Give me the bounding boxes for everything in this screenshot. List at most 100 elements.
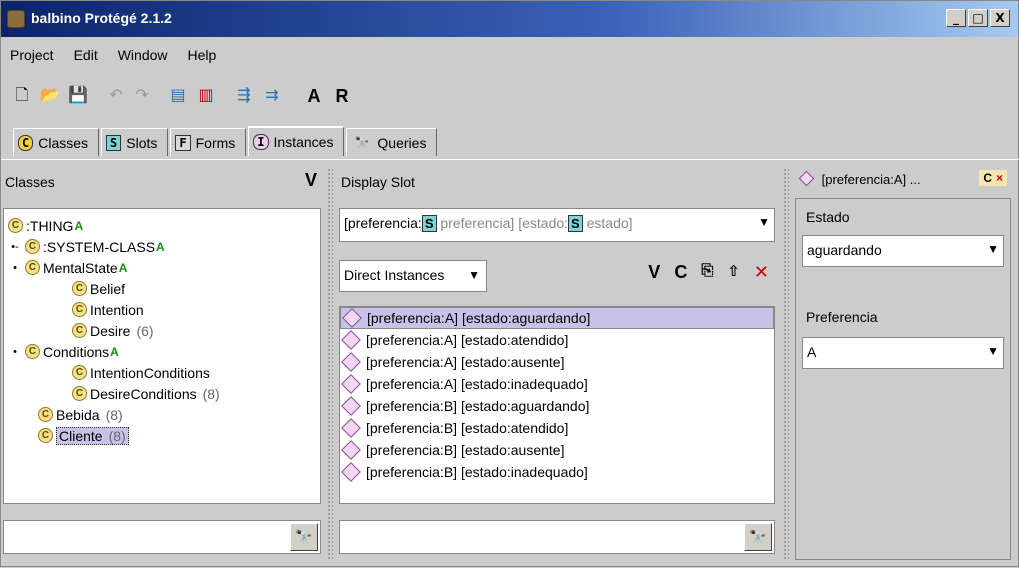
title-bar: balbino Protégé 2.1.2 _ □ X <box>1 1 1018 37</box>
tree-row-intentionconditions[interactable]: C IntentionConditions <box>8 362 316 383</box>
tree-row-desireconditions[interactable]: C DesireConditions (8) <box>8 383 316 404</box>
toolbar-r-button[interactable]: R <box>331 85 353 107</box>
instance-row[interactable]: [preferencia:A] [estado:atendido] <box>340 329 774 351</box>
instance-label: [preferencia:B] [estado:atendido] <box>366 420 569 436</box>
tree-row-cliente[interactable]: C Cliente (8) <box>8 425 316 446</box>
preferencia-select[interactable]: A ▼ <box>802 337 1004 369</box>
dropdown-arrow-icon[interactable]: ▼ <box>987 344 999 358</box>
toolbar-a-button[interactable]: A <box>303 85 325 107</box>
instance-list[interactable]: [preferencia:A] [estado:aguardando] [pre… <box>339 306 775 504</box>
instance-row[interactable]: [preferencia:B] [estado:aguardando] <box>340 395 774 417</box>
toolbar: 🗋 📂 💾 ↶ ↷ ▤ ▥ ⇶ ⇉ A R <box>1 81 1018 113</box>
instance-form-pane: [preferencia:A] ... C × Estado aguardando… <box>795 168 1011 560</box>
direct-instances-combo[interactable]: Direct Instances ▼ <box>339 260 487 292</box>
instance-row[interactable]: [preferencia:B] [estado:inadequado] <box>340 461 774 483</box>
create-instance-button[interactable]: C <box>674 262 687 283</box>
open-project-icon[interactable]: 📂 <box>39 85 61 107</box>
tree-label-selected: Cliente (8) <box>56 426 129 445</box>
protege-window: balbino Protégé 2.1.2 _ □ X Project Edit… <box>0 0 1019 567</box>
tab-bar: C Classes S Slots F Forms I Instances 🔭 … <box>13 126 439 158</box>
maximize-button[interactable]: □ <box>968 9 988 27</box>
close-button[interactable]: X <box>990 9 1010 27</box>
instance-row[interactable]: [preferencia:A] [estado:ausente] <box>340 351 774 373</box>
tree-row-belief[interactable]: C Belief <box>8 278 316 299</box>
instance-row[interactable]: [preferencia:B] [estado:ausente] <box>340 439 774 461</box>
new-project-icon[interactable]: 🗋 <box>11 85 33 107</box>
tree-row-intention[interactable]: C Intention <box>8 299 316 320</box>
class-icon: C <box>18 134 34 151</box>
save-project-icon[interactable]: 💾 <box>67 85 89 107</box>
tree-row-conditions[interactable]: • C Conditions A <box>8 341 316 362</box>
copy-instance-icon[interactable]: ⎘ <box>701 262 713 283</box>
close-windows-icon[interactable]: ▥ <box>195 85 217 107</box>
instance-find-field[interactable]: 🔭 <box>339 520 775 554</box>
tab-slots[interactable]: S Slots <box>101 128 169 156</box>
class-icon: C <box>72 323 87 338</box>
find-class-binoculars-icon[interactable]: 🔭 <box>290 523 318 551</box>
tab-slots-label: Slots <box>126 134 158 151</box>
estado-label: Estado <box>806 209 850 225</box>
instances-tab-panel: Classes V C :THING A •- C :SYSTEM-CLASS … <box>1 159 1019 568</box>
tree-row-desire[interactable]: C Desire (6) <box>8 320 316 341</box>
form-c-button[interactable]: C <box>983 171 992 185</box>
dropdown-arrow-icon[interactable]: ▼ <box>987 242 999 256</box>
tree-label: DesireConditions <box>90 385 197 402</box>
menu-edit[interactable]: Edit <box>71 45 101 69</box>
collapse-toggle-icon[interactable]: • <box>8 346 22 358</box>
tab-classes[interactable]: C Classes <box>13 128 100 156</box>
expand-toggle-icon[interactable]: •- <box>8 241 22 253</box>
abstract-mark: A <box>74 218 84 233</box>
tree-row-bebida[interactable]: C Bebida (8) <box>8 404 316 425</box>
dropdown-arrow-icon[interactable]: ▼ <box>468 268 480 282</box>
tree-row-system-class[interactable]: •- C :SYSTEM-CLASS A <box>8 236 316 257</box>
display-slot-combo[interactable]: [preferencia: S preferencia] [estado: S es… <box>339 208 775 242</box>
view-class-button[interactable]: V <box>305 170 317 191</box>
collapse-toggle-icon[interactable]: • <box>8 262 22 274</box>
class-find-field[interactable]: 🔭 <box>3 520 321 554</box>
estado-select[interactable]: aguardando ▼ <box>802 235 1004 267</box>
slot-icon: S <box>106 134 122 151</box>
tree-row-thing[interactable]: C :THING A <box>8 215 316 236</box>
view-instance-button[interactable]: V <box>648 262 660 283</box>
preferencia-value: A <box>807 344 817 360</box>
delete-instance-button[interactable]: ✕ <box>754 262 769 283</box>
tab-instances[interactable]: I Instances <box>248 126 345 156</box>
form-close-button[interactable]: × <box>996 171 1003 185</box>
form-icon: F <box>175 134 191 151</box>
classes-header-label: Classes <box>5 174 55 190</box>
tree-label: MentalState <box>43 259 118 276</box>
tab-queries[interactable]: 🔭 Queries <box>346 128 438 156</box>
form-title-bar: [preferencia:A] ... C × <box>795 168 1011 194</box>
instances-pane: Display Slot [preferencia: S preferencia]… <box>337 168 777 560</box>
instance-row[interactable]: [preferencia:A] [estado:inadequado] <box>340 373 774 395</box>
minimize-button[interactable]: _ <box>946 9 966 27</box>
class-tree[interactable]: C :THING A •- C :SYSTEM-CLASS A • C Ment… <box>3 208 321 504</box>
insert-slot-icon[interactable]: ⇶ <box>233 85 255 107</box>
tree-label: :SYSTEM-CLASS <box>43 238 156 255</box>
splitter-left[interactable] <box>327 168 333 560</box>
find-instance-binoculars-icon[interactable]: 🔭 <box>744 523 772 551</box>
instance-icon <box>342 308 362 328</box>
class-icon: C <box>25 344 40 359</box>
splitter-right[interactable] <box>783 168 789 560</box>
menu-window[interactable]: Window <box>115 45 171 69</box>
menu-help[interactable]: Help <box>185 45 220 69</box>
reference-instance-icon[interactable]: ⇧ <box>727 262 740 283</box>
menu-project[interactable]: Project <box>7 45 57 69</box>
instance-row[interactable]: [preferencia:B] [estado:atendido] <box>340 417 774 439</box>
undo-icon[interactable]: ↶ <box>105 85 127 107</box>
direct-instances-label: Direct Instances <box>344 267 445 283</box>
class-icon: C <box>72 365 87 380</box>
dropdown-arrow-icon[interactable]: ▼ <box>758 215 770 229</box>
instance-row[interactable]: [preferencia:A] [estado:aguardando] <box>340 307 774 329</box>
instance-icon <box>341 462 361 482</box>
instance-label: [preferencia:A] [estado:aguardando] <box>367 310 591 326</box>
classes-header: Classes V <box>1 168 323 194</box>
cascade-windows-icon[interactable]: ▤ <box>167 85 189 107</box>
redo-icon[interactable]: ↷ <box>131 85 153 107</box>
sort-slot-icon[interactable]: ⇉ <box>261 85 283 107</box>
tree-row-mentalstate[interactable]: • C MentalState A <box>8 257 316 278</box>
tab-forms[interactable]: F Forms <box>170 128 247 156</box>
tree-label: Bebida <box>56 406 100 423</box>
class-icon: C <box>8 218 23 233</box>
